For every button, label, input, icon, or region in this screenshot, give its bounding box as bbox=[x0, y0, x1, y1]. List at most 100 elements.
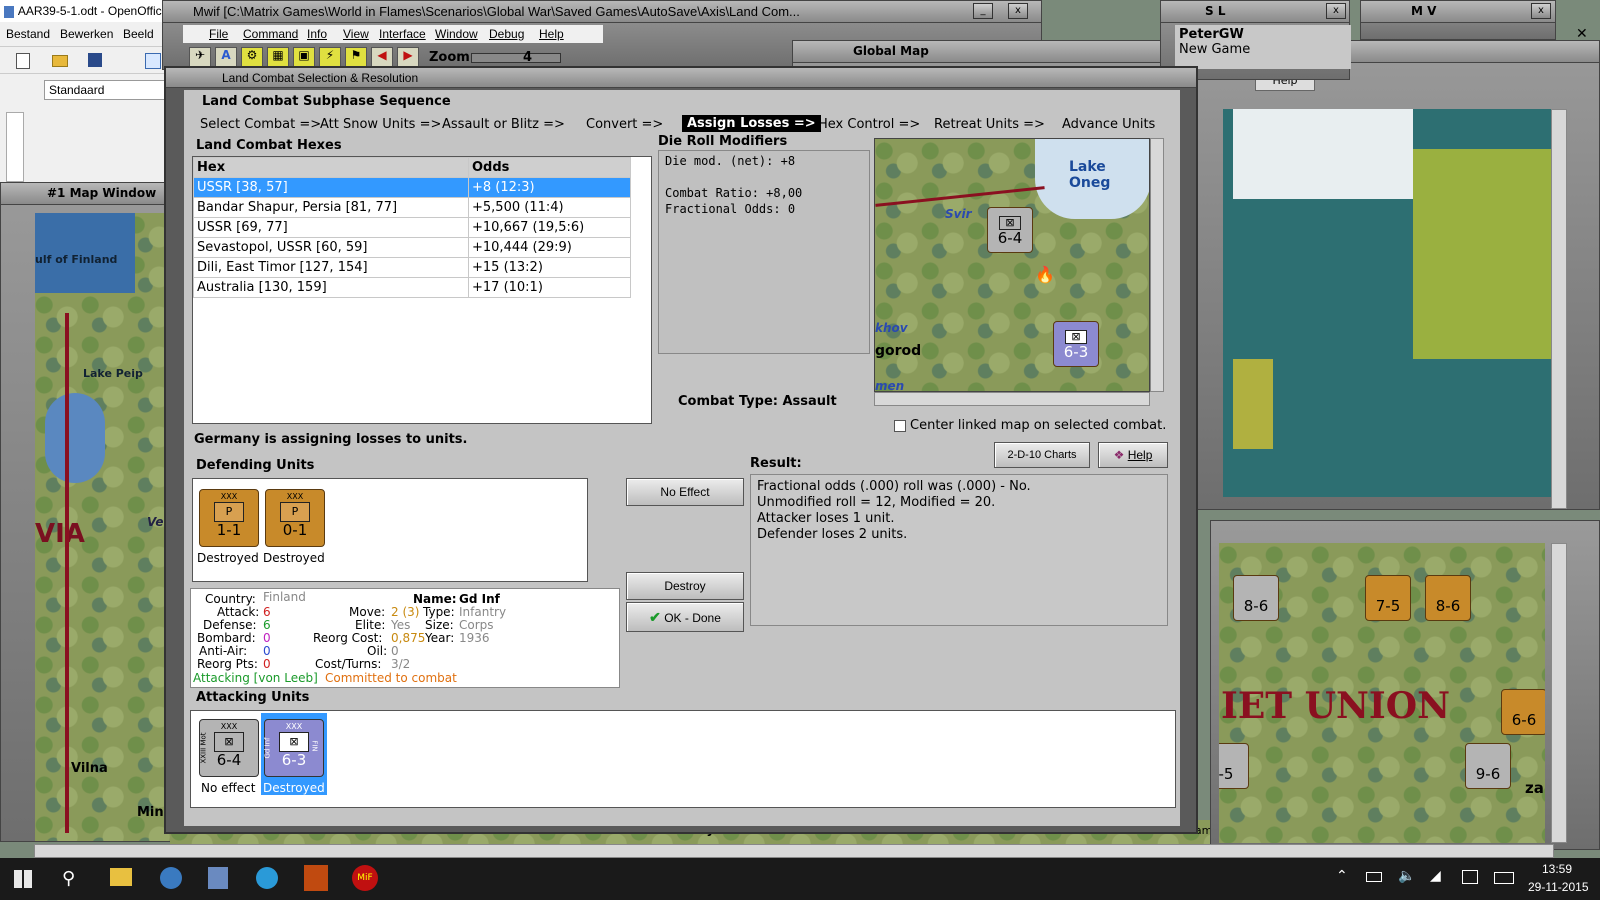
landmass-south bbox=[1233, 359, 1273, 449]
start-windows-icon[interactable] bbox=[14, 870, 32, 888]
flag-icon[interactable]: ⚑ bbox=[345, 47, 367, 67]
browser-icon[interactable] bbox=[160, 867, 182, 889]
table-row[interactable]: USSR [69, 77] +10,667 (19,5:6) bbox=[193, 217, 631, 238]
charts-button[interactable]: 2-D-10 Charts bbox=[994, 442, 1090, 468]
attacker-status-1: No effect bbox=[201, 781, 256, 795]
attacker-counter-2[interactable]: XXX ⊠ 6-3 Gd Inf FIN bbox=[264, 719, 324, 777]
map-label-gulf: ulf of Finland bbox=[35, 253, 118, 266]
mail-app-icon[interactable] bbox=[256, 867, 278, 889]
open-folder-icon[interactable] bbox=[52, 55, 68, 67]
arrow-left-icon[interactable]: ◀ bbox=[371, 47, 393, 67]
lightning-icon[interactable]: ⚡ bbox=[319, 47, 341, 67]
mv-close-button[interactable]: x bbox=[1531, 3, 1551, 19]
table-row[interactable]: Bandar Shapur, Persia [81, 77] +5,500 (11… bbox=[193, 197, 631, 218]
minimap-men-label: men bbox=[875, 379, 905, 392]
document-app-icon[interactable] bbox=[208, 867, 228, 889]
volume-icon[interactable]: 🔈 bbox=[1398, 868, 1415, 884]
tray-chevron-icon[interactable]: ⌃ bbox=[1336, 868, 1348, 884]
menu-bestand[interactable]: Bestand bbox=[6, 27, 50, 41]
seq-assault-blitz: Assault or Blitz => bbox=[442, 117, 565, 132]
menu-info[interactable]: Info bbox=[307, 27, 327, 41]
notification-icon[interactable] bbox=[1462, 870, 1478, 884]
battery-icon[interactable] bbox=[1366, 872, 1382, 882]
east-counter-6[interactable]: 9-6 bbox=[1465, 743, 1511, 789]
seq-assign-losses: Assign Losses => bbox=[682, 115, 821, 132]
table-row[interactable]: Dili, East Timor [127, 154] +15 (13:2) bbox=[193, 257, 631, 278]
zoom-value: 4 bbox=[523, 50, 533, 65]
help-button[interactable]: ❖ Help bbox=[1098, 442, 1168, 468]
east-map-vscroll[interactable] bbox=[1551, 543, 1567, 843]
attacker-2-nation: FIN bbox=[310, 740, 319, 752]
center-map-checkbox[interactable] bbox=[894, 420, 906, 432]
minimap-counter-defender[interactable]: ⊠ 6-3 bbox=[1053, 321, 1099, 367]
global-map-vscroll[interactable] bbox=[1551, 109, 1567, 509]
east-counter-4[interactable]: 6-6 bbox=[1501, 689, 1545, 735]
menu-window[interactable]: Window bbox=[435, 27, 478, 41]
menu-debug[interactable]: Debug bbox=[489, 27, 524, 41]
seq-select-combat: Select Combat => bbox=[200, 117, 322, 132]
table-row[interactable]: Sevastopol, USSR [60, 59] +10,444 (29:9) bbox=[193, 237, 631, 258]
year-label: Year: bbox=[425, 631, 455, 645]
menu-help[interactable]: Help bbox=[539, 27, 564, 41]
table-row[interactable]: USSR [38, 57] +8 (12:3) bbox=[193, 177, 631, 198]
close-button[interactable]: x bbox=[1008, 3, 1028, 19]
clock-time[interactable]: 13:59 bbox=[1542, 862, 1572, 876]
odds-column-header[interactable]: Odds bbox=[468, 157, 631, 178]
layers-icon[interactable]: ▣ bbox=[293, 47, 315, 67]
map-window-map[interactable]: ulf of Finland Lake Peip VIA Ve Vilna Mi… bbox=[35, 213, 171, 841]
grid-icon[interactable]: ▦ bbox=[267, 47, 289, 67]
menu-bewerken[interactable]: Bewerken bbox=[60, 27, 113, 41]
sl-close-button[interactable]: x bbox=[1326, 3, 1346, 19]
east-counter-5[interactable]: -5 bbox=[1219, 743, 1249, 789]
no-effect-button[interactable]: No Effect bbox=[626, 478, 744, 506]
keyboard-icon[interactable] bbox=[1494, 872, 1514, 884]
mwif-app-icon[interactable]: MiF bbox=[352, 865, 378, 891]
ok-done-button[interactable]: ✔ OK - Done bbox=[626, 602, 744, 632]
wifi-icon[interactable]: ◢ bbox=[1430, 868, 1441, 884]
menu-command[interactable]: Command bbox=[243, 27, 298, 41]
table-row[interactable]: Australia [130, 159] +17 (10:1) bbox=[193, 277, 631, 298]
outer-close-icon[interactable]: ✕ bbox=[1576, 26, 1588, 42]
map-label-lake-peip: Lake Peip bbox=[83, 367, 143, 380]
east-map-view[interactable]: IET UNION za 8-6 7-5 8-6 6-6 -5 9-6 bbox=[1219, 543, 1545, 843]
edit-icon[interactable] bbox=[145, 53, 161, 69]
defender-counter-1[interactable]: XXX P 1-1 bbox=[199, 489, 259, 547]
menu-file[interactable]: File bbox=[209, 27, 228, 41]
gear-icon[interactable]: ⚙ bbox=[241, 47, 263, 67]
menu-interface[interactable]: Interface bbox=[379, 27, 426, 41]
bottom-hscroll[interactable] bbox=[34, 844, 1554, 858]
minimap-hscroll[interactable] bbox=[874, 392, 1150, 406]
minimap-border-line bbox=[875, 186, 1045, 207]
die-roll-box: Die mod. (net): +8 Combat Ratio: +8,00 F… bbox=[658, 150, 870, 354]
east-counter-1[interactable]: 8-6 bbox=[1233, 575, 1279, 621]
east-counter-2[interactable]: 7-5 bbox=[1365, 575, 1411, 621]
global-map-view[interactable] bbox=[1223, 109, 1553, 497]
zoom-label: Zoom bbox=[429, 50, 470, 65]
destroy-button[interactable]: Destroy bbox=[626, 572, 744, 600]
file-explorer-icon[interactable] bbox=[110, 868, 132, 886]
defender-counter-2[interactable]: XXX P 0-1 bbox=[265, 489, 325, 547]
style-box[interactable]: Standaard bbox=[44, 80, 170, 100]
infantry-symbol-icon: ⊠ bbox=[279, 732, 309, 752]
attacker-counter-1[interactable]: XXX ⊠ 6-4 XXIII Mot bbox=[199, 719, 259, 777]
text-a-icon[interactable]: A bbox=[215, 47, 237, 67]
combat-minimap[interactable]: Lake Oneg Svir khov gorod men ⊠ 6-4 🔥 ⊠ 6-… bbox=[874, 138, 1150, 392]
clock-date[interactable]: 29-11-2015 bbox=[1528, 880, 1589, 894]
minimize-button[interactable]: _ bbox=[973, 3, 993, 19]
minimap-counter-attacker[interactable]: ⊠ 6-4 bbox=[987, 207, 1033, 253]
zoom-slider[interactable] bbox=[471, 53, 561, 63]
plane-icon[interactable]: ✈ bbox=[189, 47, 211, 67]
landmass-snow bbox=[1233, 109, 1413, 199]
hex-column-header[interactable]: Hex bbox=[193, 157, 469, 178]
main-menubar: File Command Info View Interface Window … bbox=[183, 25, 603, 43]
minimap-vscroll[interactable] bbox=[1150, 138, 1164, 392]
menu-view[interactable]: View bbox=[343, 27, 369, 41]
save-icon[interactable] bbox=[88, 53, 102, 67]
game-app-icon[interactable] bbox=[304, 865, 328, 891]
arrow-right-icon[interactable]: ▶ bbox=[397, 47, 419, 67]
search-icon[interactable]: ⚲ bbox=[62, 868, 75, 889]
menu-beeld[interactable]: Beeld bbox=[123, 27, 154, 41]
east-counter-3[interactable]: 8-6 bbox=[1425, 575, 1471, 621]
die-roll-title: Die Roll Modifiers bbox=[658, 134, 788, 149]
new-doc-icon[interactable] bbox=[16, 53, 30, 69]
